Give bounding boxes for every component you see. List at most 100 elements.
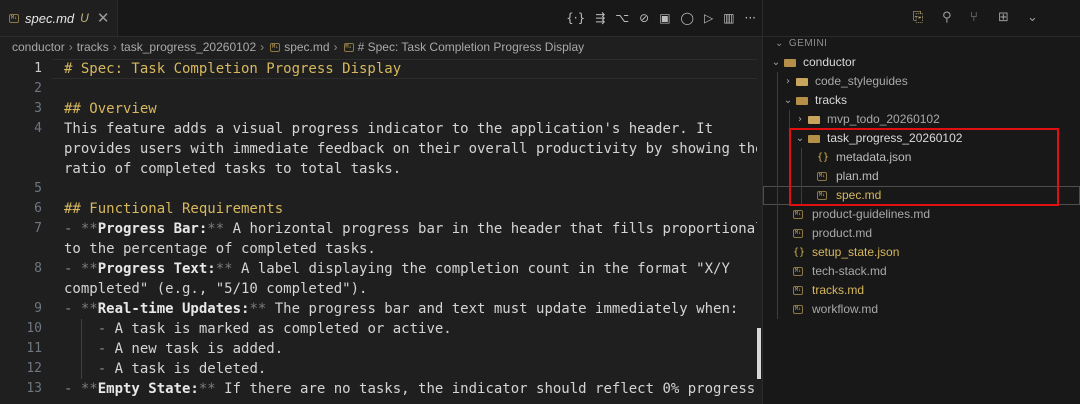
token: -	[64, 301, 81, 317]
wrap-icon[interactable]: ⇶	[595, 11, 605, 25]
code-editor[interactable]: 1 # Spec: Task Completion Progress Displa…	[0, 59, 780, 399]
token: If there are no tasks, the indicator sho…	[215, 381, 756, 397]
tree-item-label: mvp_todo_20260102	[827, 112, 940, 126]
tree-folder-conductor[interactable]: ⌄ conductor	[763, 53, 1080, 72]
chevron-down-icon[interactable]: ⌄	[1027, 10, 1038, 25]
line-text: completed" (e.g., "5/10 completed").	[64, 279, 367, 299]
explorer-icon[interactable]: ⎘	[913, 10, 923, 25]
explorer-section-header[interactable]: ⌄ GEMINI	[775, 38, 827, 49]
tree-indent-guide	[777, 205, 778, 224]
tree-file-product-guidelines.md[interactable]: M↓ product-guidelines.md	[763, 205, 1080, 224]
tree-folder-mvp_todo_20260102[interactable]: › mvp_todo_20260102	[763, 110, 1080, 129]
token: Progress Text:	[97, 261, 216, 277]
editor-scrollbar-thumb[interactable]	[757, 328, 761, 379]
tree-indent-guide	[777, 224, 778, 243]
tree-indent-guide	[777, 281, 778, 300]
chevron-right-icon[interactable]: ›	[795, 110, 805, 129]
tree-indent-guide	[777, 262, 778, 281]
line-text: - **Real-time Updates:** The progress ba…	[64, 299, 738, 319]
markdown-file-icon: M↓	[270, 42, 281, 52]
token: A task is marked as completed or active.	[114, 321, 452, 337]
line-number: 12	[26, 361, 42, 376]
chevron-down-icon[interactable]: ⌄	[771, 53, 781, 72]
token: Real-time Updates:	[97, 301, 250, 317]
tree-file-setup_state.json[interactable]: {} setup_state.json	[763, 243, 1080, 262]
extensions-icon[interactable]: ⊞	[998, 10, 1009, 25]
more-actions-icon[interactable]: ···	[745, 11, 756, 25]
token: ratio of completed tasks to total tasks.	[64, 161, 402, 177]
breadcrumb-track-folder[interactable]: task_progress_20260102	[121, 40, 256, 54]
tree-indent-guide	[777, 72, 778, 91]
chevron-right-icon[interactable]: ›	[783, 72, 793, 91]
token: **	[80, 381, 98, 397]
code-line[interactable]: 8 - **Progress Text:** A label displaying…	[0, 259, 760, 279]
chevron-down-icon[interactable]: ⌄	[783, 91, 793, 110]
code-line[interactable]: completed" (e.g., "5/10 completed").	[0, 279, 760, 299]
split-editor-icon[interactable]: ▥	[723, 11, 734, 25]
tree-folder-code_styleguides[interactable]: › code_styleguides	[763, 72, 1080, 91]
chevron-right-icon: ›	[68, 40, 73, 54]
line-number: 13	[26, 381, 42, 396]
code-line[interactable]: to the percentage of completed tasks.	[0, 239, 760, 259]
image-icon[interactable]: ▣	[659, 11, 670, 25]
tree-item-label: setup_state.json	[812, 245, 900, 259]
tree-item-label: tech-stack.md	[812, 264, 887, 278]
line-number: 5	[34, 181, 42, 196]
code-line[interactable]: 9 - **Real-time Updates:** The progress b…	[0, 299, 760, 319]
breadcrumb: conductor › tracks › task_progress_20260…	[0, 37, 584, 57]
breadcrumb-conductor[interactable]: conductor	[12, 40, 65, 54]
tab-spec-md[interactable]: M↓ spec.md U ✕	[0, 0, 118, 36]
token: This feature adds a visual progress indi…	[64, 121, 714, 137]
search-icon[interactable]: ⚲	[942, 10, 952, 25]
folder-icon	[796, 78, 808, 86]
branch-icon[interactable]: ⌥	[615, 11, 629, 25]
code-line[interactable]: 7 - **Progress Bar:** A horizontal progre…	[0, 219, 780, 239]
tree-file-workflow.md[interactable]: M↓ workflow.md	[763, 300, 1080, 319]
markdown-file-icon: M↓	[793, 267, 804, 276]
token: -	[64, 261, 81, 277]
line-number: 10	[26, 321, 42, 336]
code-line[interactable]: provides users with immediate feedback o…	[0, 139, 764, 159]
highlight-box	[789, 128, 1059, 206]
tree-indent-guide	[777, 300, 778, 319]
tree-folder-tracks[interactable]: ⌄ tracks	[763, 91, 1080, 110]
code-line[interactable]: 6 ## Functional Requirements	[0, 199, 760, 219]
code-line[interactable]: ratio of completed tasks to total tasks.	[0, 159, 760, 179]
play-icon[interactable]: ▷	[704, 11, 713, 25]
source-control-icon[interactable]: ⑂	[970, 10, 978, 25]
code-line[interactable]: 13 - **Empty State:** If there are no tas…	[0, 379, 760, 399]
token: Progress Bar:	[97, 221, 208, 237]
code-line[interactable]: 4 This feature adds a visual progress ind…	[0, 119, 760, 139]
tab-title: spec.md	[25, 10, 75, 26]
circle-icon[interactable]: ◯	[681, 11, 694, 25]
chevron-right-icon: ›	[112, 40, 117, 54]
explorer-title: GEMINI	[788, 38, 828, 49]
token: to the percentage of completed tasks.	[64, 241, 376, 257]
breadcrumb-symbol[interactable]: # Spec: Task Completion Progress Display	[358, 40, 585, 54]
code-line[interactable]: 1 # Spec: Task Completion Progress Displa…	[0, 59, 760, 79]
token: ## Functional Requirements	[64, 201, 284, 217]
breadcrumb-tracks[interactable]: tracks	[77, 40, 109, 54]
token: -	[64, 381, 81, 397]
code-line[interactable]: 12 - A task is deleted.	[0, 359, 760, 379]
chevron-right-icon: ›	[260, 40, 265, 54]
token: Empty State:	[97, 381, 199, 397]
code-line[interactable]: 3 ## Overview	[0, 99, 760, 119]
line-number: 6	[34, 201, 42, 216]
close-icon[interactable]: ✕	[97, 9, 110, 27]
code-line[interactable]: 11 - A new task is added.	[0, 339, 760, 359]
line-text: # Spec: Task Completion Progress Display	[64, 59, 401, 79]
link-icon[interactable]: ⊘	[639, 11, 649, 25]
tree-item-label: code_styleguides	[815, 74, 908, 88]
json-preview-icon[interactable]: {·}	[566, 11, 585, 25]
breadcrumb-file[interactable]: spec.md	[284, 40, 329, 54]
tree-file-tracks.md[interactable]: M↓ tracks.md	[763, 281, 1080, 300]
tree-file-product.md[interactable]: M↓ product.md	[763, 224, 1080, 243]
code-line[interactable]: 10 - A task is marked as completed or ac…	[0, 319, 760, 339]
code-line[interactable]: 2	[0, 79, 760, 99]
token: A horizontal progress bar in the header …	[224, 221, 781, 237]
tree-file-tech-stack.md[interactable]: M↓ tech-stack.md	[763, 262, 1080, 281]
token: # Spec: Task Completion Progress Display	[64, 61, 402, 77]
code-line[interactable]: 5	[0, 179, 760, 199]
line-text: - **Progress Bar:** A horizontal progres…	[64, 219, 780, 239]
